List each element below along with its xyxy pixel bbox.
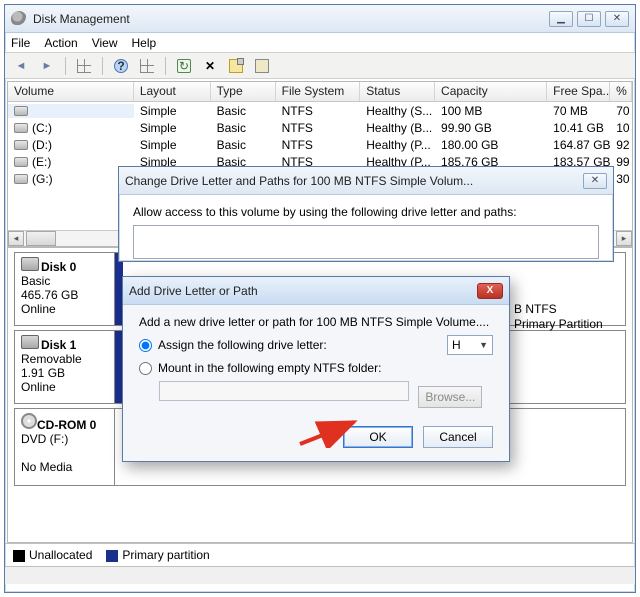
drive-icon <box>14 123 28 133</box>
col-volume[interactable]: Volume <box>8 82 134 101</box>
ok-button[interactable]: OK <box>343 426 413 448</box>
dlg2-lead: Add a new drive letter or path for 100 M… <box>139 315 493 329</box>
delete-button[interactable] <box>200 56 220 76</box>
drive-icon <box>14 140 28 150</box>
dlg1-close-button[interactable]: ✕ <box>583 173 607 189</box>
statusbar <box>5 566 635 584</box>
col-pct-free[interactable]: % F <box>610 82 632 101</box>
menubar: File Action View Help <box>5 33 635 53</box>
col-layout[interactable]: Layout <box>134 82 211 101</box>
chevron-down-icon: ▼ <box>479 340 488 350</box>
volume-row[interactable]: SimpleBasicNTFSHealthy (S...100 MB70 MB7… <box>8 102 632 119</box>
drive-icon <box>14 174 28 184</box>
dlg2-titlebar[interactable]: Add Drive Letter or Path X <box>123 277 509 305</box>
show-hide-button[interactable] <box>74 56 94 76</box>
change-drive-letter-dialog: Change Drive Letter and Paths for 100 MB… <box>118 166 614 262</box>
col-capacity[interactable]: Capacity <box>435 82 547 101</box>
toolbar <box>5 53 635 79</box>
col-status[interactable]: Status <box>360 82 435 101</box>
col-type[interactable]: Type <box>211 82 276 101</box>
cancel-button[interactable]: Cancel <box>423 426 493 448</box>
disk-icon <box>21 257 39 271</box>
drive-icon <box>14 157 28 167</box>
col-free[interactable]: Free Spa... <box>547 82 610 101</box>
dlg2-close-button[interactable]: X <box>477 283 503 299</box>
dlg1-title: Change Drive Letter and Paths for 100 MB… <box>125 174 583 188</box>
window-title: Disk Management <box>33 12 549 26</box>
minimize-button[interactable]: ▁ <box>549 11 573 27</box>
add-drive-letter-dialog: Add Drive Letter or Path X Add a new dri… <box>122 276 510 462</box>
close-button[interactable]: ✕ <box>605 11 629 27</box>
partition-info-partial: B NTFS Primary Partition <box>514 302 603 332</box>
column-headers[interactable]: Volume Layout Type File System Status Ca… <box>8 82 632 102</box>
col-filesystem[interactable]: File System <box>276 82 361 101</box>
maximize-button[interactable]: ☐ <box>577 11 601 27</box>
menu-action[interactable]: Action <box>44 36 77 50</box>
forward-button[interactable] <box>37 56 57 76</box>
mount-folder-label: Mount in the following empty NTFS folder… <box>158 361 381 375</box>
volume-row[interactable]: (D:) SimpleBasicNTFSHealthy (P...180.00 … <box>8 136 632 153</box>
mount-folder-radio[interactable] <box>139 362 152 375</box>
more-actions-button[interactable] <box>252 56 272 76</box>
cdrom-icon <box>21 413 37 429</box>
help-button[interactable] <box>111 56 131 76</box>
menu-file[interactable]: File <box>11 36 30 50</box>
disk-icon <box>21 335 39 349</box>
assign-letter-radio[interactable] <box>139 339 152 352</box>
dlg2-title: Add Drive Letter or Path <box>129 284 477 298</box>
legend-primary-swatch <box>106 550 118 562</box>
assign-letter-label: Assign the following drive letter: <box>158 338 327 352</box>
drive-icon <box>14 106 28 116</box>
properties-button[interactable] <box>226 56 246 76</box>
titlebar[interactable]: Disk Management ▁ ☐ ✕ <box>5 5 635 33</box>
legend: Unallocated Primary partition <box>5 543 635 566</box>
menu-help[interactable]: Help <box>132 36 157 50</box>
menu-view[interactable]: View <box>92 36 118 50</box>
dlg1-titlebar[interactable]: Change Drive Letter and Paths for 100 MB… <box>119 167 613 195</box>
dlg1-instruction: Allow access to this volume by using the… <box>133 205 599 219</box>
legend-unallocated-swatch <box>13 550 25 562</box>
volume-row[interactable]: (C:) SimpleBasicNTFSHealthy (B...99.90 G… <box>8 119 632 136</box>
mount-path-input[interactable] <box>159 381 409 401</box>
refresh-button[interactable] <box>174 56 194 76</box>
settings-button[interactable] <box>137 56 157 76</box>
app-icon <box>11 11 27 27</box>
drive-letter-combo[interactable]: H ▼ <box>447 335 493 355</box>
browse-button[interactable]: Browse... <box>418 386 482 408</box>
back-button[interactable] <box>11 56 31 76</box>
paths-listbox[interactable] <box>133 225 599 259</box>
